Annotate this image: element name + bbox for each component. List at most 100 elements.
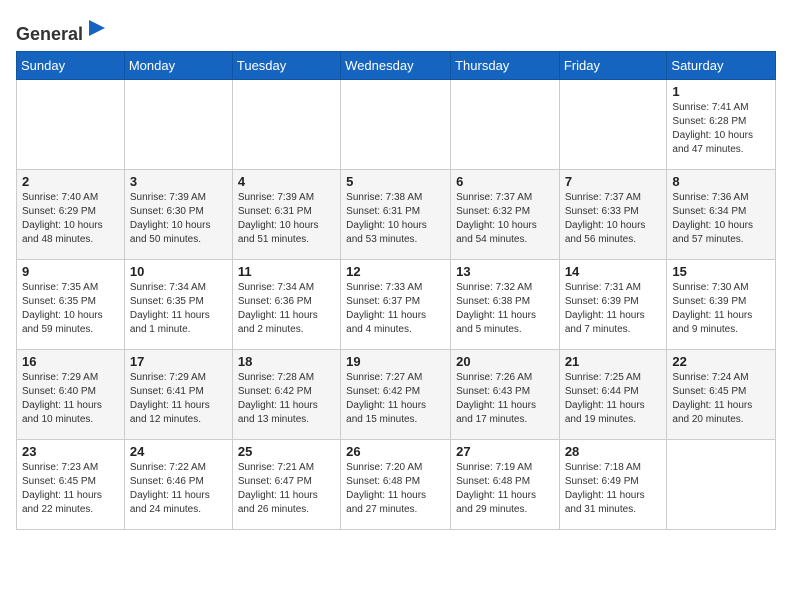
calendar-cell: 26Sunrise: 7:20 AM Sunset: 6:48 PM Dayli… [341, 439, 451, 529]
calendar-cell: 22 Sunrise: 7:24 AM Sunset: 6:45 PM Dayli… [667, 349, 776, 439]
calendar-cell: 21 Sunrise: 7:25 AM Sunset: 6:44 PM Dayli… [559, 349, 667, 439]
calendar-cell: 27Sunrise: 7:19 AM Sunset: 6:48 PM Dayli… [451, 439, 560, 529]
day-info: Sunrise: 7:38 AM Sunset: 6:31 PM Dayligh… [346, 191, 445, 247]
calendar-cell: 15 Sunrise: 7:30 AM Sunset: 6:39 PM Dayli… [667, 259, 776, 349]
logo-icon [85, 16, 109, 40]
calendar-cell: 5Sunrise: 7:38 AM Sunset: 6:31 PM Daylig… [341, 169, 451, 259]
day-info: Sunrise: 7:41 AM Sunset: 6:28 PM Dayligh… [672, 101, 770, 157]
calendar-day-header: Sunday [17, 51, 125, 79]
day-number: 9 [22, 264, 119, 279]
calendar-cell: 25 Sunrise: 7:21 AM Sunset: 6:47 PM Dayli… [232, 439, 340, 529]
day-info: Sunrise: 7:31 AM Sunset: 6:39 PM Dayligh… [565, 281, 662, 337]
calendar-cell: 23Sunrise: 7:23 AM Sunset: 6:45 PM Dayli… [17, 439, 125, 529]
day-info: Sunrise: 7:27 AM Sunset: 6:42 PM Dayligh… [346, 371, 445, 427]
calendar-cell: 17 Sunrise: 7:29 AM Sunset: 6:41 PM Dayli… [124, 349, 232, 439]
day-number: 2 [22, 174, 119, 189]
calendar-cell: 4 Sunrise: 7:39 AM Sunset: 6:31 PM Daylig… [232, 169, 340, 259]
day-info: Sunrise: 7:30 AM Sunset: 6:39 PM Dayligh… [672, 281, 770, 337]
calendar-cell: 8 Sunrise: 7:36 AM Sunset: 6:34 PM Daylig… [667, 169, 776, 259]
day-number: 24 [130, 444, 227, 459]
calendar-cell [451, 79, 560, 169]
calendar-cell [124, 79, 232, 169]
day-number: 7 [565, 174, 662, 189]
day-number: 3 [130, 174, 227, 189]
day-info: Sunrise: 7:39 AM Sunset: 6:30 PM Dayligh… [130, 191, 227, 247]
calendar-cell: 13 Sunrise: 7:32 AM Sunset: 6:38 PM Dayli… [451, 259, 560, 349]
day-info: Sunrise: 7:39 AM Sunset: 6:31 PM Dayligh… [238, 191, 335, 247]
calendar-cell [17, 79, 125, 169]
calendar-cell: 7 Sunrise: 7:37 AM Sunset: 6:33 PM Daylig… [559, 169, 667, 259]
day-number: 20 [456, 354, 554, 369]
day-info: Sunrise: 7:32 AM Sunset: 6:38 PM Dayligh… [456, 281, 554, 337]
day-number: 6 [456, 174, 554, 189]
day-info: Sunrise: 7:26 AM Sunset: 6:43 PM Dayligh… [456, 371, 554, 427]
calendar-cell [559, 79, 667, 169]
day-info: Sunrise: 7:23 AM Sunset: 6:45 PM Dayligh… [22, 461, 119, 517]
day-info: Sunrise: 7:40 AM Sunset: 6:29 PM Dayligh… [22, 191, 119, 247]
day-number: 10 [130, 264, 227, 279]
calendar-cell [667, 439, 776, 529]
calendar-header-row: SundayMondayTuesdayWednesdayThursdayFrid… [17, 51, 776, 79]
day-info: Sunrise: 7:36 AM Sunset: 6:34 PM Dayligh… [672, 191, 770, 247]
day-info: Sunrise: 7:37 AM Sunset: 6:33 PM Dayligh… [565, 191, 662, 247]
calendar-cell: 19 Sunrise: 7:27 AM Sunset: 6:42 PM Dayli… [341, 349, 451, 439]
day-info: Sunrise: 7:34 AM Sunset: 6:35 PM Dayligh… [130, 281, 227, 337]
calendar-table: SundayMondayTuesdayWednesdayThursdayFrid… [16, 51, 776, 530]
day-number: 26 [346, 444, 445, 459]
day-number: 21 [565, 354, 662, 369]
calendar-week-row: 1 Sunrise: 7:41 AM Sunset: 6:28 PM Daylig… [17, 79, 776, 169]
day-number: 25 [238, 444, 335, 459]
calendar-cell: 2 Sunrise: 7:40 AM Sunset: 6:29 PM Daylig… [17, 169, 125, 259]
calendar-cell: 14 Sunrise: 7:31 AM Sunset: 6:39 PM Dayli… [559, 259, 667, 349]
day-info: Sunrise: 7:35 AM Sunset: 6:35 PM Dayligh… [22, 281, 119, 337]
day-info: Sunrise: 7:24 AM Sunset: 6:45 PM Dayligh… [672, 371, 770, 427]
day-info: Sunrise: 7:21 AM Sunset: 6:47 PM Dayligh… [238, 461, 335, 517]
day-info: Sunrise: 7:28 AM Sunset: 6:42 PM Dayligh… [238, 371, 335, 427]
day-info: Sunrise: 7:37 AM Sunset: 6:32 PM Dayligh… [456, 191, 554, 247]
calendar-day-header: Monday [124, 51, 232, 79]
calendar-cell: 6 Sunrise: 7:37 AM Sunset: 6:32 PM Daylig… [451, 169, 560, 259]
day-info: Sunrise: 7:25 AM Sunset: 6:44 PM Dayligh… [565, 371, 662, 427]
calendar-cell: 1 Sunrise: 7:41 AM Sunset: 6:28 PM Daylig… [667, 79, 776, 169]
calendar-cell: 20 Sunrise: 7:26 AM Sunset: 6:43 PM Dayli… [451, 349, 560, 439]
day-number: 15 [672, 264, 770, 279]
calendar-cell: 12 Sunrise: 7:33 AM Sunset: 6:37 PM Dayli… [341, 259, 451, 349]
calendar-week-row: 9 Sunrise: 7:35 AM Sunset: 6:35 PM Daylig… [17, 259, 776, 349]
day-info: Sunrise: 7:29 AM Sunset: 6:40 PM Dayligh… [22, 371, 119, 427]
calendar-cell: 24 Sunrise: 7:22 AM Sunset: 6:46 PM Dayli… [124, 439, 232, 529]
calendar-cell: 10 Sunrise: 7:34 AM Sunset: 6:35 PM Dayli… [124, 259, 232, 349]
calendar-day-header: Thursday [451, 51, 560, 79]
page-header: General [16, 16, 776, 41]
logo: General [16, 16, 109, 41]
logo-text: General [16, 16, 109, 45]
day-number: 13 [456, 264, 554, 279]
day-number: 14 [565, 264, 662, 279]
calendar-week-row: 16Sunrise: 7:29 AM Sunset: 6:40 PM Dayli… [17, 349, 776, 439]
day-number: 8 [672, 174, 770, 189]
day-info: Sunrise: 7:34 AM Sunset: 6:36 PM Dayligh… [238, 281, 335, 337]
day-number: 1 [672, 84, 770, 99]
day-number: 22 [672, 354, 770, 369]
calendar-cell: 9 Sunrise: 7:35 AM Sunset: 6:35 PM Daylig… [17, 259, 125, 349]
calendar-cell: 3 Sunrise: 7:39 AM Sunset: 6:30 PM Daylig… [124, 169, 232, 259]
day-number: 4 [238, 174, 335, 189]
calendar-cell: 28Sunrise: 7:18 AM Sunset: 6:49 PM Dayli… [559, 439, 667, 529]
calendar-week-row: 2 Sunrise: 7:40 AM Sunset: 6:29 PM Daylig… [17, 169, 776, 259]
calendar-cell: 16Sunrise: 7:29 AM Sunset: 6:40 PM Dayli… [17, 349, 125, 439]
calendar-day-header: Wednesday [341, 51, 451, 79]
calendar-cell: 11 Sunrise: 7:34 AM Sunset: 6:36 PM Dayli… [232, 259, 340, 349]
day-number: 28 [565, 444, 662, 459]
day-info: Sunrise: 7:33 AM Sunset: 6:37 PM Dayligh… [346, 281, 445, 337]
day-number: 11 [238, 264, 335, 279]
calendar-cell [232, 79, 340, 169]
day-number: 18 [238, 354, 335, 369]
calendar-day-header: Saturday [667, 51, 776, 79]
day-number: 12 [346, 264, 445, 279]
day-info: Sunrise: 7:19 AM Sunset: 6:48 PM Dayligh… [456, 461, 554, 517]
day-number: 19 [346, 354, 445, 369]
calendar-cell [341, 79, 451, 169]
day-info: Sunrise: 7:29 AM Sunset: 6:41 PM Dayligh… [130, 371, 227, 427]
day-number: 17 [130, 354, 227, 369]
calendar-week-row: 23Sunrise: 7:23 AM Sunset: 6:45 PM Dayli… [17, 439, 776, 529]
day-info: Sunrise: 7:22 AM Sunset: 6:46 PM Dayligh… [130, 461, 227, 517]
